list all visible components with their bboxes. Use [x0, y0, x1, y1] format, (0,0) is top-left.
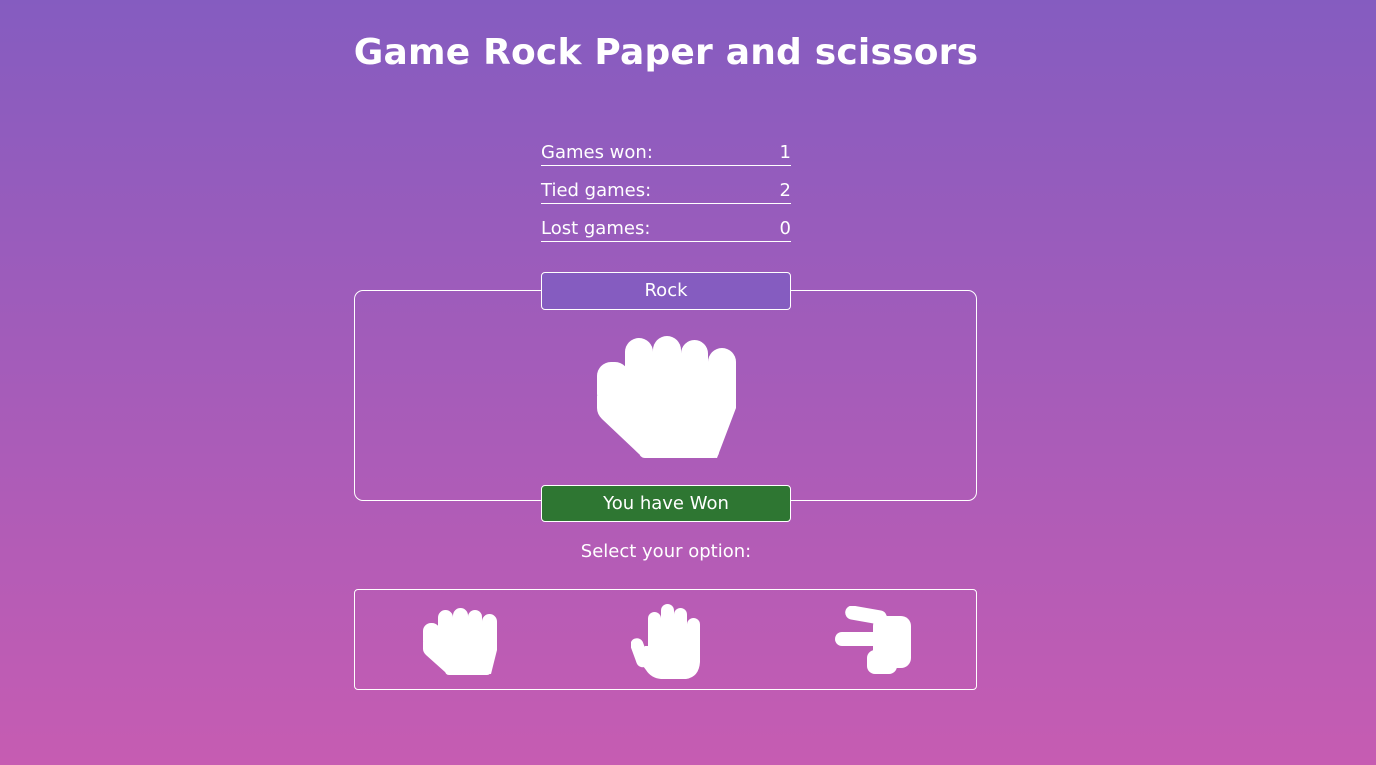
select-option-prompt: Select your option: [580, 541, 752, 562]
tied-games-label: Tied games: [541, 180, 652, 201]
rock-option-button[interactable] [421, 606, 501, 676]
options-panel [354, 589, 977, 690]
scissors-hand-icon [833, 606, 913, 676]
rock-hand-icon [421, 606, 501, 676]
result-banner: You have Won [541, 485, 791, 522]
rock-hand-icon [591, 334, 743, 462]
games-won-label: Games won: [541, 142, 653, 163]
lost-games-label: Lost games: [541, 218, 651, 239]
score-row-won: Games won: 1 [541, 139, 791, 166]
paper-hand-icon [631, 602, 703, 680]
score-row-lost: Lost games: 0 [541, 215, 791, 242]
paper-option-button[interactable] [631, 602, 703, 680]
score-row-tied: Tied games: 2 [541, 177, 791, 204]
games-won-value: 1 [779, 142, 791, 163]
scissors-option-button[interactable] [833, 606, 913, 676]
lost-games-value: 0 [779, 218, 791, 239]
page-title: Game Rock Paper and scissors [353, 32, 979, 73]
tied-games-value: 2 [779, 180, 791, 201]
scoreboard: Games won: 1 Tied games: 2 Lost games: 0 [541, 139, 791, 253]
player-choice-label: Rock [541, 272, 791, 310]
